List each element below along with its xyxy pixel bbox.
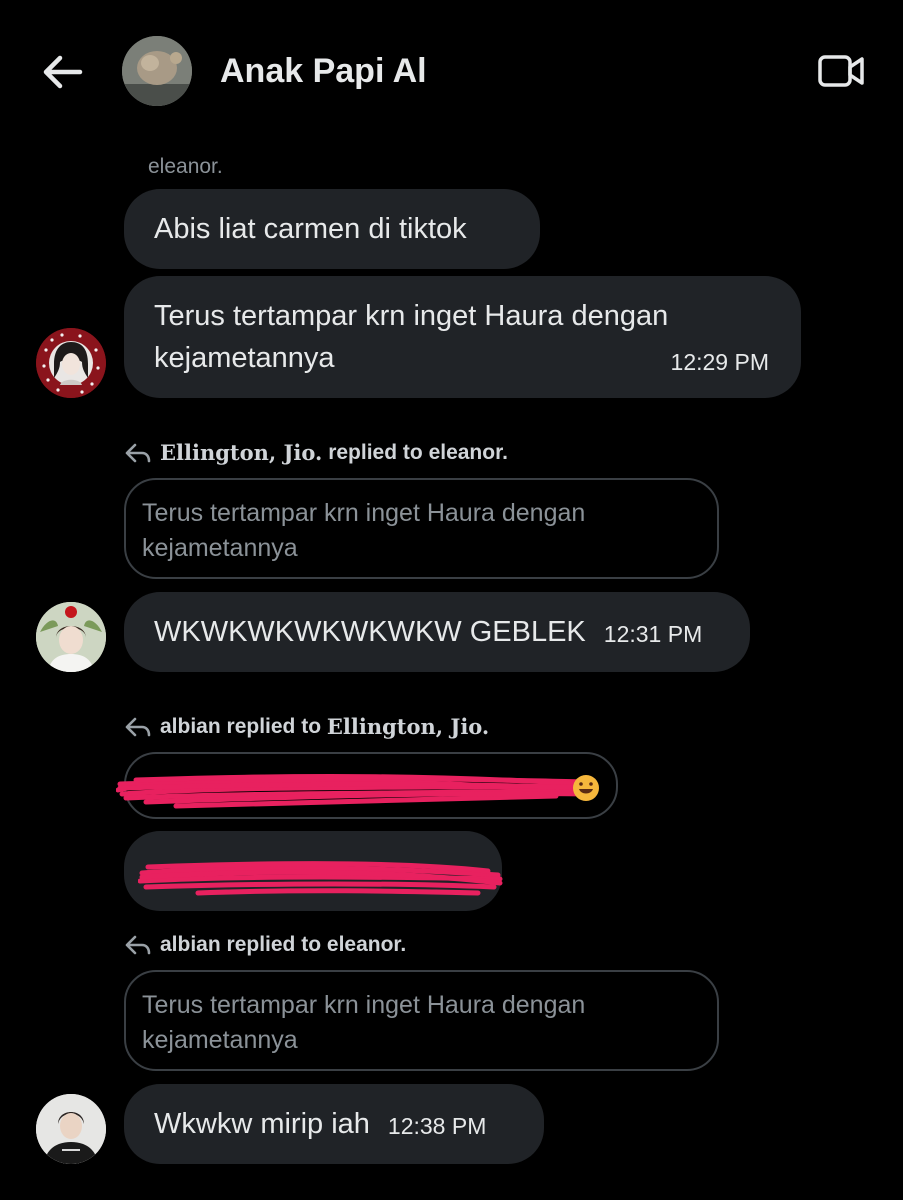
quoted-text: Terus tertampar krn inget Haura dengan k… (142, 991, 586, 1054)
reply-target: eleanor. (428, 440, 508, 464)
avatar[interactable] (36, 1094, 106, 1164)
message-text: Terus tertampar krn inget Haura dengan k… (154, 300, 669, 374)
avatar[interactable] (36, 328, 106, 398)
video-camera-icon (818, 55, 864, 87)
reply-icon (125, 443, 151, 462)
sender-name: eleanor. (148, 155, 223, 178)
avatar[interactable] (36, 602, 106, 672)
grinning-emoji-icon (573, 775, 599, 801)
reply-icon (125, 717, 151, 736)
redaction-scribble (116, 774, 591, 809)
message-bubble[interactable]: Abis liat carmen di tiktok (124, 189, 540, 269)
message-bubble[interactable]: WKWKWKWKWKWKW GEBLEK 12:31 PM (124, 592, 750, 672)
redaction-scribble (138, 861, 503, 896)
message-bubble[interactable]: Terus tertampar krn inget Haura dengan k… (124, 276, 801, 398)
reply-header: albian replied to eleanor. (124, 933, 406, 957)
video-call-button[interactable] (814, 50, 870, 92)
reply-action: replied to (226, 933, 322, 956)
reply-author: Ellington, Jio. (160, 440, 323, 465)
back-button[interactable] (36, 50, 88, 94)
message-time: 12:38 PM (387, 1112, 487, 1139)
reply-header: albian replied to Ellington, Jio. (124, 714, 489, 739)
group-avatar[interactable] (122, 36, 192, 106)
message-text: Abis liat carmen di tiktok (154, 213, 467, 245)
quoted-message[interactable] (116, 752, 618, 819)
reply-header: Ellington, Jio. replied to eleanor. (124, 440, 508, 465)
reply-action: replied to (226, 714, 322, 738)
chat-title: Anak Papi Al (220, 52, 427, 90)
quoted-message[interactable]: Terus tertampar krn inget Haura dengan k… (124, 478, 719, 579)
reply-target: eleanor. (326, 933, 407, 956)
message-bubble[interactable] (124, 831, 503, 911)
quoted-text: Terus tertampar krn inget Haura dengan k… (142, 499, 586, 562)
message-text: Wkwkw mirip iah (154, 1108, 370, 1140)
message-bubble[interactable]: Wkwkw mirip iah 12:38 PM (124, 1084, 544, 1164)
message-text: WKWKWKWKWKWKW GEBLEK (154, 616, 586, 648)
reply-target: Ellington, Jio. (326, 714, 490, 739)
reply-author: albian (160, 933, 221, 956)
arrow-left-icon (43, 55, 83, 89)
reply-action: replied to (328, 440, 423, 464)
quoted-message[interactable]: Terus tertampar krn inget Haura dengan k… (124, 970, 719, 1071)
message-time: 12:29 PM (670, 349, 769, 375)
reply-icon (125, 935, 151, 955)
reply-author: albian (160, 714, 221, 738)
message-time: 12:31 PM (603, 620, 703, 647)
